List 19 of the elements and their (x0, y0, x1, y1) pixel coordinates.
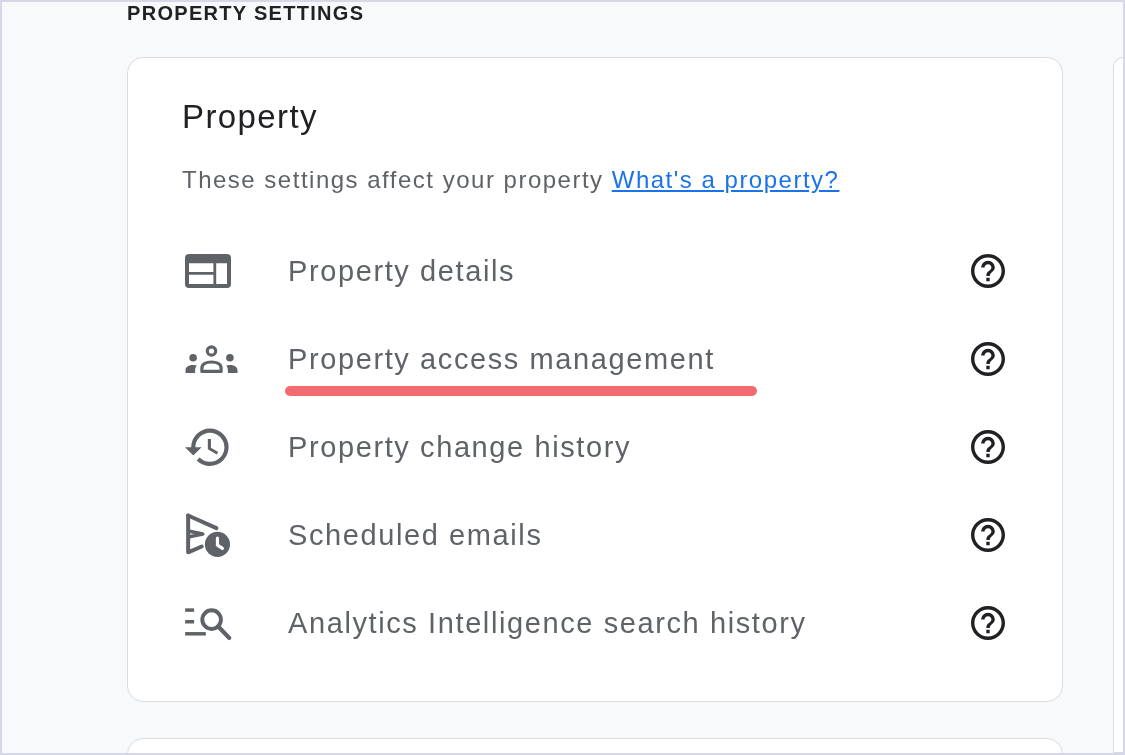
settings-link[interactable]: Property access management (288, 341, 715, 377)
help-link[interactable]: What's a property? (611, 166, 840, 193)
help-icon[interactable] (971, 254, 1005, 288)
card-title: Property (182, 97, 318, 137)
help-icon[interactable] (971, 606, 1005, 640)
help-icon[interactable] (971, 518, 1005, 552)
settings-link[interactable]: Scheduled emails (288, 517, 543, 553)
section-heading: PROPERTY SETTINGS (127, 2, 365, 24)
history-icon (185, 427, 229, 467)
window-layout-icon (185, 254, 231, 288)
people-group-icon (185, 345, 238, 373)
send-clock-icon (185, 513, 230, 557)
settings-link[interactable]: Analytics Intelligence search history (288, 605, 807, 641)
help-icon[interactable] (971, 430, 1005, 464)
list-search-icon (185, 605, 232, 641)
description-text: These settings affect your property What's a property? (182, 165, 840, 195)
settings-link[interactable]: Property change history (288, 429, 632, 465)
settings-link[interactable]: Property details (288, 253, 516, 289)
help-icon[interactable] (971, 342, 1005, 376)
